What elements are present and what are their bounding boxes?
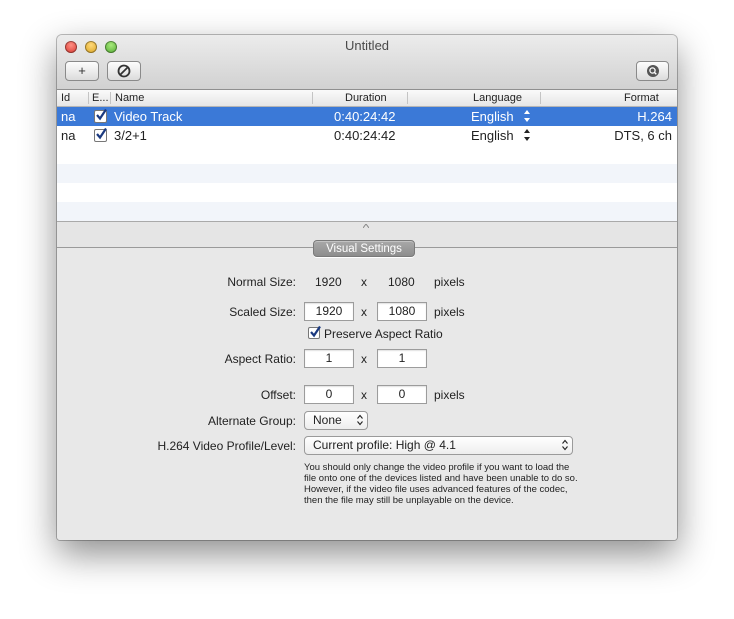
empty-row: [57, 202, 677, 221]
alternate-group-popup[interactable]: None: [304, 411, 368, 430]
times-symbol: x: [361, 275, 367, 289]
offset-label: Offset:: [260, 388, 296, 402]
add-track-button[interactable]: +: [65, 61, 99, 81]
column-header-format[interactable]: Format: [624, 91, 659, 105]
row-name: 3/2+1: [114, 128, 147, 143]
aspect-height-field[interactable]: 1: [377, 349, 427, 368]
checkmark-icon: [96, 108, 107, 121]
preserve-aspect-checkbox[interactable]: [308, 325, 321, 339]
table-row[interactable]: na Video Track 0:40:24:42 English H.264: [57, 107, 677, 126]
empty-row: [57, 164, 677, 183]
table-header: Id E... Name Duration Language Format: [57, 90, 677, 107]
alternate-group-value: None: [313, 413, 342, 427]
popup-arrows-icon: [357, 414, 363, 426]
remove-track-button[interactable]: [107, 61, 141, 81]
pixels-unit: pixels: [434, 305, 465, 319]
inspector-button[interactable]: [636, 61, 669, 81]
column-header-language[interactable]: Language: [473, 91, 522, 105]
row-id: na: [61, 109, 76, 124]
preserve-aspect-label[interactable]: Preserve Aspect Ratio: [324, 327, 443, 341]
column-separator: [88, 92, 89, 104]
row-id: na: [61, 128, 76, 143]
aspect-ratio-label: Aspect Ratio:: [224, 352, 296, 366]
column-header-id[interactable]: Id: [61, 91, 70, 105]
scaled-size-label: Scaled Size:: [229, 305, 296, 319]
main-window: Untitled + Id E... Name Duration Languag…: [57, 35, 677, 540]
aspect-width-field[interactable]: 1: [304, 349, 354, 368]
window-title: Untitled: [344, 38, 390, 53]
profile-value: Current profile: High @ 4.1: [313, 438, 456, 452]
title-bar: Untitled +: [57, 35, 677, 90]
checkmark-icon: [310, 325, 321, 338]
row-language: English: [471, 128, 514, 143]
normal-width-value: 1920: [315, 275, 342, 289]
column-header-name[interactable]: Name: [115, 91, 144, 105]
scaled-width-field[interactable]: 1920: [304, 302, 354, 321]
pixels-unit: pixels: [434, 275, 465, 289]
enabled-checkbox[interactable]: [94, 127, 107, 142]
times-symbol: x: [361, 305, 367, 319]
checkmark-icon: [96, 127, 107, 140]
offset-x-field[interactable]: 0: [304, 385, 354, 404]
profile-help-text: You should only change the video profile…: [304, 462, 578, 506]
column-header-enabled[interactable]: E...: [92, 91, 109, 105]
alternate-group-label: Alternate Group:: [207, 414, 296, 428]
row-duration: 0:40:24:42: [334, 109, 396, 124]
magnifier-icon: [646, 64, 659, 77]
times-symbol: x: [361, 388, 367, 402]
profile-popup[interactable]: Current profile: High @ 4.1: [304, 436, 573, 455]
language-stepper-icon[interactable]: [524, 128, 530, 142]
normal-height-value: 1080: [388, 275, 415, 289]
row-language: English: [471, 109, 514, 124]
prohibited-icon: [117, 64, 131, 77]
row-format: H.264: [637, 109, 672, 124]
add-icon: +: [78, 63, 86, 78]
splitter-handle-icon: [363, 224, 369, 228]
column-separator: [407, 92, 408, 104]
scaled-height-field[interactable]: 1080: [377, 302, 427, 321]
column-header-duration[interactable]: Duration: [345, 91, 387, 105]
visual-settings-header: Visual Settings: [313, 240, 415, 257]
profile-label: H.264 Video Profile/Level:: [157, 439, 296, 453]
normal-size-label: Normal Size:: [227, 275, 296, 289]
row-name: Video Track: [114, 109, 183, 124]
tracks-table[interactable]: Id E... Name Duration Language Format na…: [57, 90, 677, 221]
column-separator: [110, 92, 111, 104]
times-symbol: x: [361, 352, 367, 366]
popup-arrows-icon: [562, 439, 568, 451]
column-separator: [540, 92, 541, 104]
enabled-checkbox[interactable]: [94, 108, 107, 123]
pixels-unit: pixels: [434, 388, 465, 402]
table-row[interactable]: na 3/2+1 0:40:24:42 English DTS, 6 ch: [57, 126, 677, 145]
row-duration: 0:40:24:42: [334, 128, 396, 143]
column-separator: [312, 92, 313, 104]
row-format: DTS, 6 ch: [614, 128, 672, 143]
offset-y-field[interactable]: 0: [377, 385, 427, 404]
language-stepper-icon[interactable]: [524, 109, 530, 123]
visual-settings-panel: Normal Size: 1920 x 1080 pixels Scaled S…: [57, 248, 677, 540]
